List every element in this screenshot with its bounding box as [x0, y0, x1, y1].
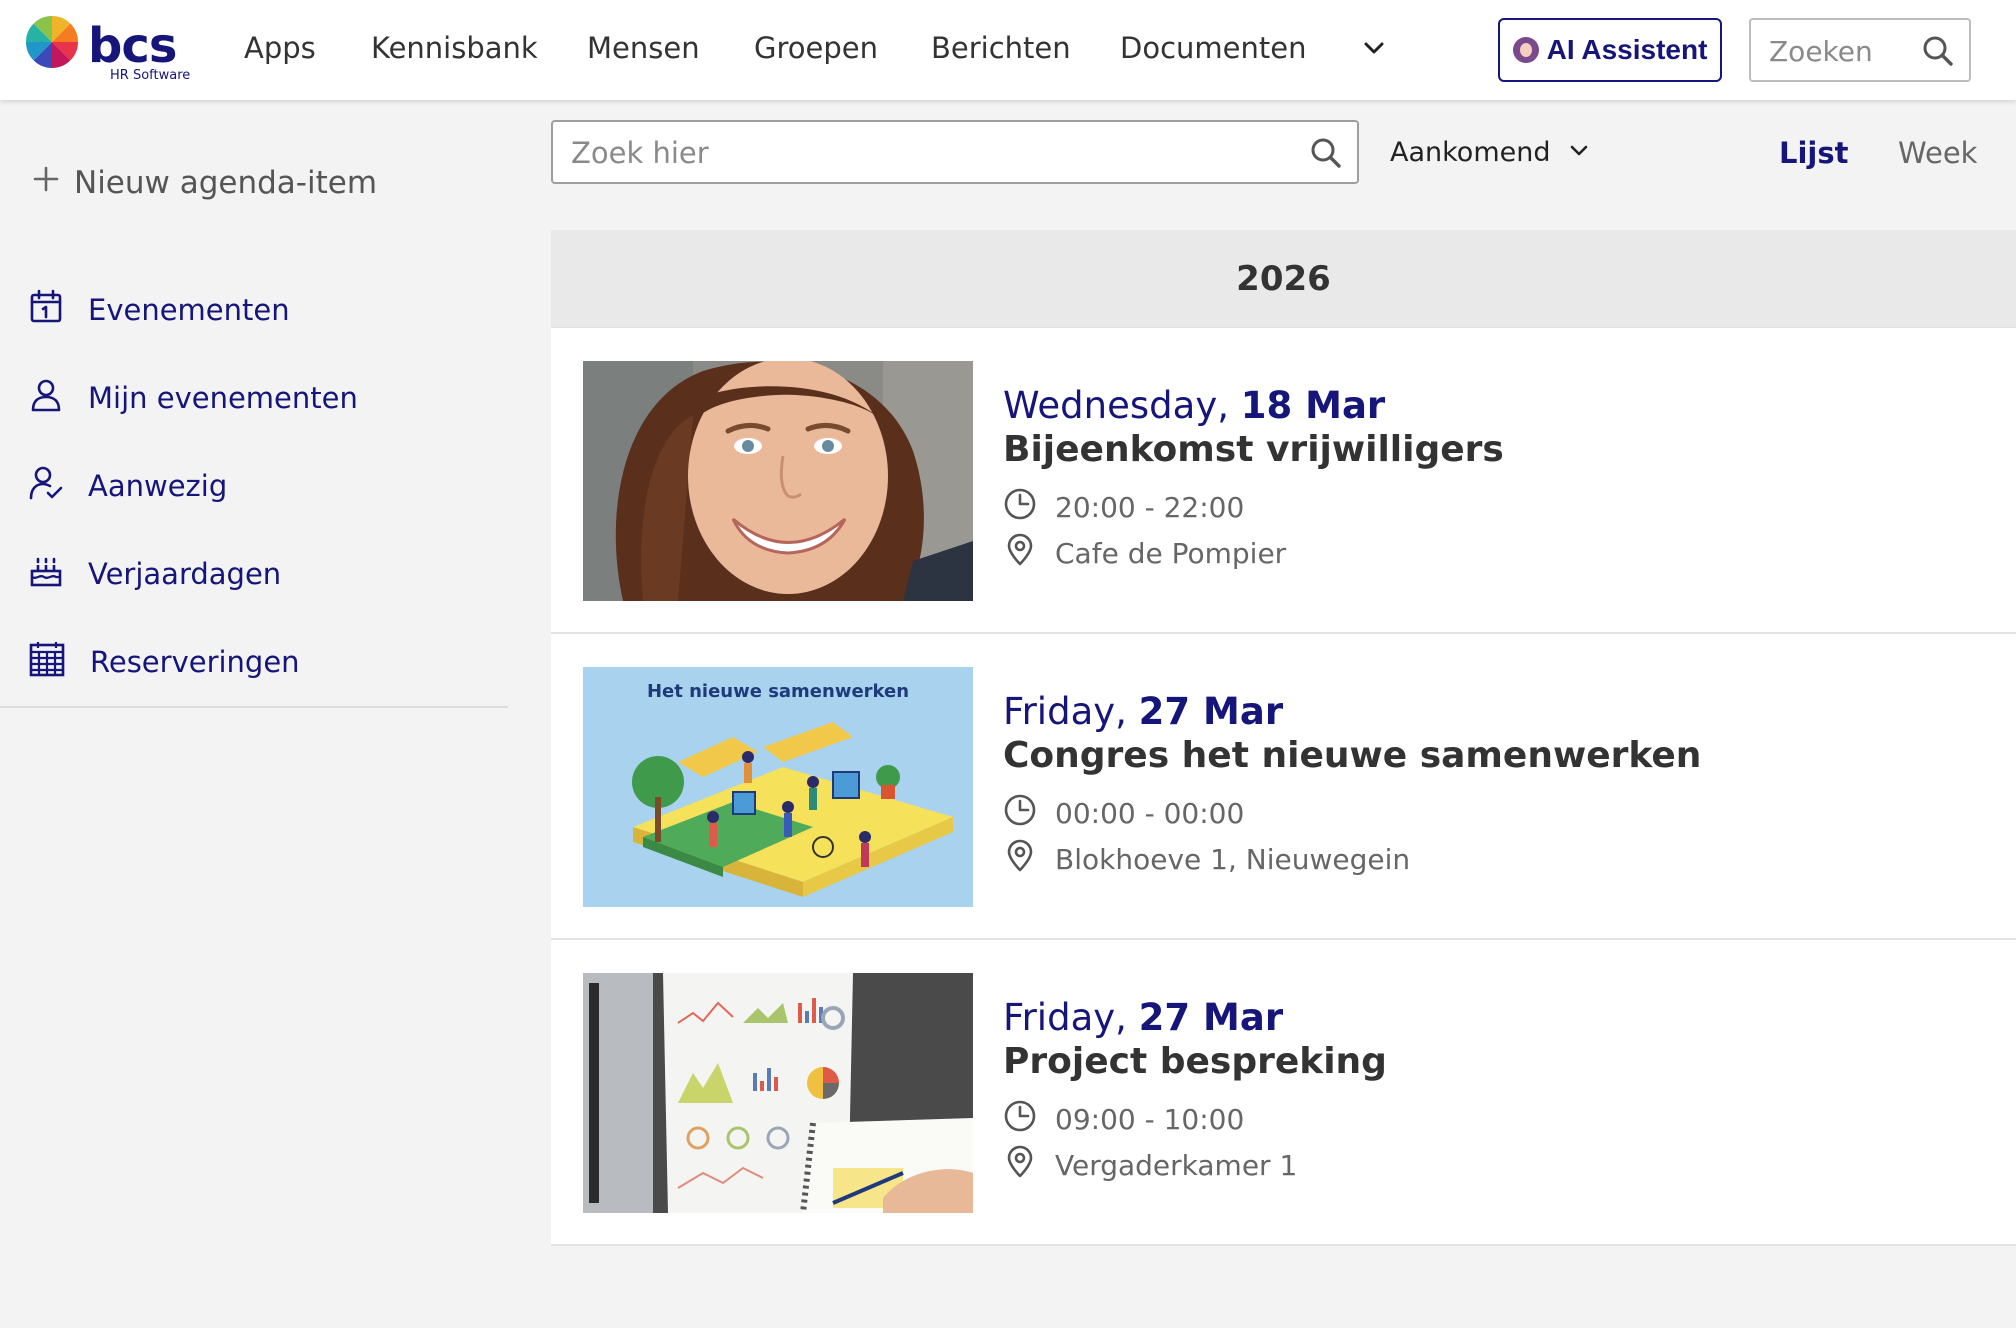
event-image-portrait — [583, 361, 973, 601]
clock-icon — [1003, 1099, 1037, 1140]
event-date: Friday, 27 Mar — [1003, 690, 1283, 734]
event-row[interactable]: Het nieuwe samenwerken Friday, 27 Mar Co… — [551, 634, 2016, 940]
event-location-text: Vergaderkamer 1 — [1055, 1148, 1298, 1182]
event-list: Wednesday, 18 Mar Bijeenkomst vrijwillig… — [551, 328, 2016, 1246]
event-date: Friday, 27 Mar — [1003, 996, 1283, 1040]
assistant-avatar-icon — [1512, 37, 1539, 63]
sidebar-divider — [0, 706, 508, 708]
nav-apps[interactable]: Apps — [244, 30, 316, 66]
event-row[interactable]: Friday, 27 Mar Project bespreking 09:00 … — [551, 940, 2016, 1246]
event-weekday: Wednesday, — [1003, 384, 1229, 427]
event-location: Blokhoeve 1, Nieuwegein — [1003, 839, 1411, 880]
chevron-down-icon — [1568, 137, 1590, 168]
sidebar-item-label: Evenementen — [88, 293, 290, 327]
logo-tagline: HR Software — [110, 68, 191, 83]
event-row[interactable]: Wednesday, 18 Mar Bijeenkomst vrijwillig… — [551, 328, 2016, 634]
sidebar-item-label: Verjaardagen — [88, 557, 282, 591]
sidebar-item-mijn-evenementen[interactable]: Mijn evenementen — [28, 376, 358, 420]
sidebar-item-verjaardagen[interactable]: Verjaardagen — [28, 552, 281, 596]
agenda-search-input[interactable] — [571, 134, 1271, 172]
tab-week[interactable]: Week — [1898, 136, 1977, 170]
event-weekday: Friday, — [1003, 996, 1127, 1039]
top-navigation-bar: bcs HR Software Apps Kennisbank Mensen G… — [0, 0, 2016, 100]
bcs-logo[interactable]: bcs HR Software — [24, 14, 194, 84]
ai-assistant-button[interactable]: AI Assistent — [1498, 18, 1722, 82]
event-time: 20:00 - 22:00 — [1003, 488, 1244, 526]
tab-lijst[interactable]: Lijst — [1779, 136, 1848, 170]
event-title[interactable]: Congres het nieuwe samenwerken — [1003, 734, 1701, 778]
user-check-icon — [28, 465, 64, 508]
agenda-search[interactable] — [551, 120, 1359, 184]
sidebar-item-label: Mijn evenementen — [88, 381, 358, 415]
map-pin-icon — [1003, 839, 1037, 880]
nav-kennisbank[interactable]: Kennisbank — [371, 30, 538, 66]
clock-icon — [1003, 487, 1037, 528]
nav-documenten[interactable]: Documenten — [1120, 30, 1306, 66]
sidebar-item-evenementen[interactable]: Evenementen — [28, 288, 290, 332]
chevron-down-icon[interactable] — [1360, 34, 1388, 62]
new-agenda-item-button[interactable]: Nieuw agenda-item — [32, 158, 377, 208]
event-day-month: 18 Mar — [1240, 384, 1386, 427]
event-image-illustration: Het nieuwe samenwerken — [583, 667, 973, 907]
map-pin-icon — [1003, 1145, 1037, 1186]
event-day-month: 27 Mar — [1138, 690, 1284, 733]
event-time-text: 09:00 - 10:00 — [1055, 1102, 1245, 1136]
nav-groepen[interactable]: Groepen — [754, 30, 878, 66]
search-icon[interactable] — [1309, 136, 1343, 174]
sidebar-item-reserveringen[interactable]: Reserveringen — [28, 640, 300, 684]
logo-wordmark: bcs — [88, 18, 177, 74]
sidebar-item-label: Aanwezig — [88, 469, 228, 503]
event-time: 09:00 - 10:00 — [1003, 1100, 1244, 1138]
event-date: Wednesday, 18 Mar — [1003, 384, 1385, 428]
plus-icon — [32, 165, 60, 201]
event-day-month: 27 Mar — [1138, 996, 1284, 1039]
nav-mensen[interactable]: Mensen — [587, 30, 700, 66]
event-time-text: 00:00 - 00:00 — [1055, 796, 1245, 830]
sidebar-item-aanwezig[interactable]: Aanwezig — [28, 464, 227, 508]
calendar-grid-icon — [28, 640, 66, 685]
logo-pinwheel-icon — [25, 15, 79, 69]
user-icon — [28, 377, 64, 420]
event-location-text: Cafe de Pompier — [1055, 536, 1287, 570]
search-icon[interactable] — [1921, 34, 1955, 72]
new-agenda-item-label: Nieuw agenda-item — [74, 165, 378, 201]
illustration-caption: Het nieuwe samenwerken — [647, 681, 909, 702]
event-weekday: Friday, — [1003, 690, 1127, 733]
clock-icon — [1003, 793, 1037, 834]
sidebar-item-label: Reserveringen — [90, 645, 300, 679]
event-image-charts — [583, 973, 973, 1213]
period-filter-dropdown[interactable]: Aankomend — [1390, 134, 1590, 170]
event-title[interactable]: Bijeenkomst vrijwilligers — [1003, 428, 1504, 472]
event-location-text: Blokhoeve 1, Nieuwegein — [1055, 842, 1411, 876]
calendar-day-icon — [28, 289, 64, 332]
nav-berichten[interactable]: Berichten — [931, 30, 1071, 66]
birthday-cake-icon — [28, 553, 64, 596]
period-filter-value: Aankomend — [1390, 136, 1551, 168]
event-time-text: 20:00 - 22:00 — [1055, 490, 1245, 524]
global-search[interactable] — [1749, 18, 1971, 82]
event-location: Vergaderkamer 1 — [1003, 1145, 1298, 1186]
event-time: 00:00 - 00:00 — [1003, 794, 1244, 832]
event-title[interactable]: Project bespreking — [1003, 1040, 1387, 1084]
event-location: Cafe de Pompier — [1003, 533, 1287, 574]
map-pin-icon — [1003, 533, 1037, 574]
ai-assistant-label: AI Assistent — [1546, 34, 1708, 65]
global-search-input[interactable] — [1769, 32, 1919, 70]
year-header: 2026 — [551, 230, 2016, 328]
